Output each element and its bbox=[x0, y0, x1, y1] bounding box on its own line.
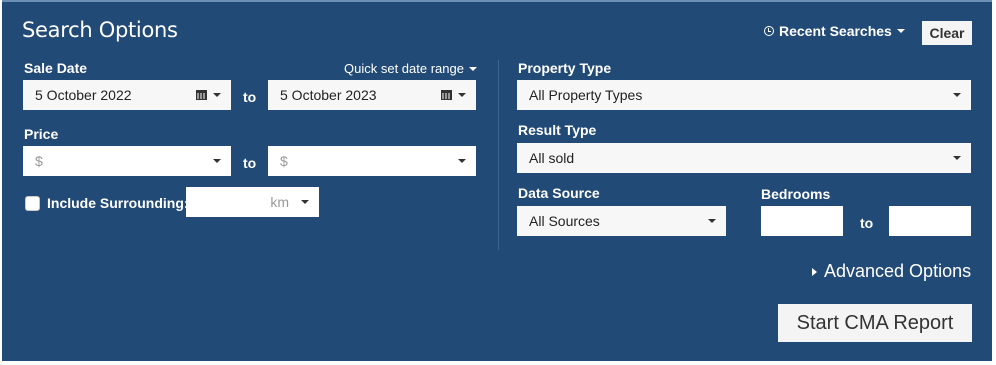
caret-down-icon bbox=[953, 156, 961, 160]
caret-down-icon bbox=[708, 219, 716, 223]
quick-set-date-range-dropdown[interactable]: Quick set date range bbox=[344, 61, 477, 76]
caret-down-icon bbox=[458, 159, 466, 163]
clock-icon bbox=[764, 26, 774, 36]
price-min-select[interactable]: $ bbox=[23, 146, 231, 176]
advanced-options-label: Advanced Options bbox=[824, 261, 972, 281]
sale-date-from-input[interactable]: 5 October 2022 bbox=[23, 80, 231, 110]
caret-down-icon bbox=[896, 29, 905, 33]
sale-date-to-word: to bbox=[243, 89, 257, 105]
caret-right-icon bbox=[812, 267, 817, 276]
bedrooms-max-input[interactable] bbox=[889, 206, 971, 236]
quick-set-label: Quick set date range bbox=[344, 61, 464, 76]
sale-date-from-value: 5 October 2022 bbox=[35, 87, 132, 103]
recent-searches-label: Recent Searches bbox=[779, 23, 892, 39]
clear-button[interactable]: Clear bbox=[922, 21, 972, 45]
column-divider bbox=[498, 60, 499, 250]
result-type-label: Result Type bbox=[518, 122, 597, 138]
caret-down-icon bbox=[301, 200, 309, 204]
bedrooms-min-input[interactable] bbox=[761, 206, 843, 236]
property-type-label: Property Type bbox=[518, 60, 612, 76]
price-to-word: to bbox=[243, 155, 257, 171]
start-cma-report-button[interactable]: Start CMA Report bbox=[778, 304, 972, 342]
calendar-icon bbox=[441, 90, 452, 100]
include-surrounding-checkbox[interactable] bbox=[25, 196, 40, 211]
surrounding-distance-select[interactable]: km bbox=[186, 187, 319, 217]
price-min-placeholder: $ bbox=[35, 153, 43, 169]
recent-searches-dropdown[interactable]: Recent Searches bbox=[764, 23, 905, 39]
bedrooms-label: Bedrooms bbox=[761, 186, 831, 202]
bedrooms-to-word: to bbox=[860, 215, 874, 231]
distance-unit: km bbox=[270, 194, 289, 210]
sale-date-label: Sale Date bbox=[24, 60, 88, 76]
date-picker-toggle[interactable] bbox=[196, 90, 221, 100]
include-surrounding-label: Include Surrounding: bbox=[47, 195, 189, 211]
caret-down-icon bbox=[213, 159, 221, 163]
advanced-options-toggle[interactable]: Advanced Options bbox=[812, 261, 971, 282]
result-type-value: All sold bbox=[529, 150, 575, 166]
caret-down-icon bbox=[468, 66, 477, 71]
data-source-label: Data Source bbox=[518, 185, 600, 201]
caret-down-icon bbox=[458, 93, 466, 97]
calendar-icon bbox=[196, 90, 207, 100]
property-type-value: All Property Types bbox=[529, 87, 643, 103]
data-source-select[interactable]: All Sources bbox=[517, 206, 726, 236]
sale-date-to-value: 5 October 2023 bbox=[280, 87, 377, 103]
caret-down-icon bbox=[213, 93, 221, 97]
search-options-panel: Search Options Recent Searches Clear Sal… bbox=[2, 0, 992, 361]
property-type-select[interactable]: All Property Types bbox=[517, 80, 971, 110]
sale-date-to-input[interactable]: 5 October 2023 bbox=[268, 80, 476, 110]
data-source-value: All Sources bbox=[529, 213, 600, 229]
date-picker-toggle[interactable] bbox=[441, 90, 466, 100]
price-max-select[interactable]: $ bbox=[268, 146, 476, 176]
caret-down-icon bbox=[953, 93, 961, 97]
panel-title: Search Options bbox=[22, 18, 178, 42]
price-label: Price bbox=[24, 126, 59, 142]
price-max-placeholder: $ bbox=[280, 153, 288, 169]
result-type-select[interactable]: All sold bbox=[517, 143, 971, 173]
